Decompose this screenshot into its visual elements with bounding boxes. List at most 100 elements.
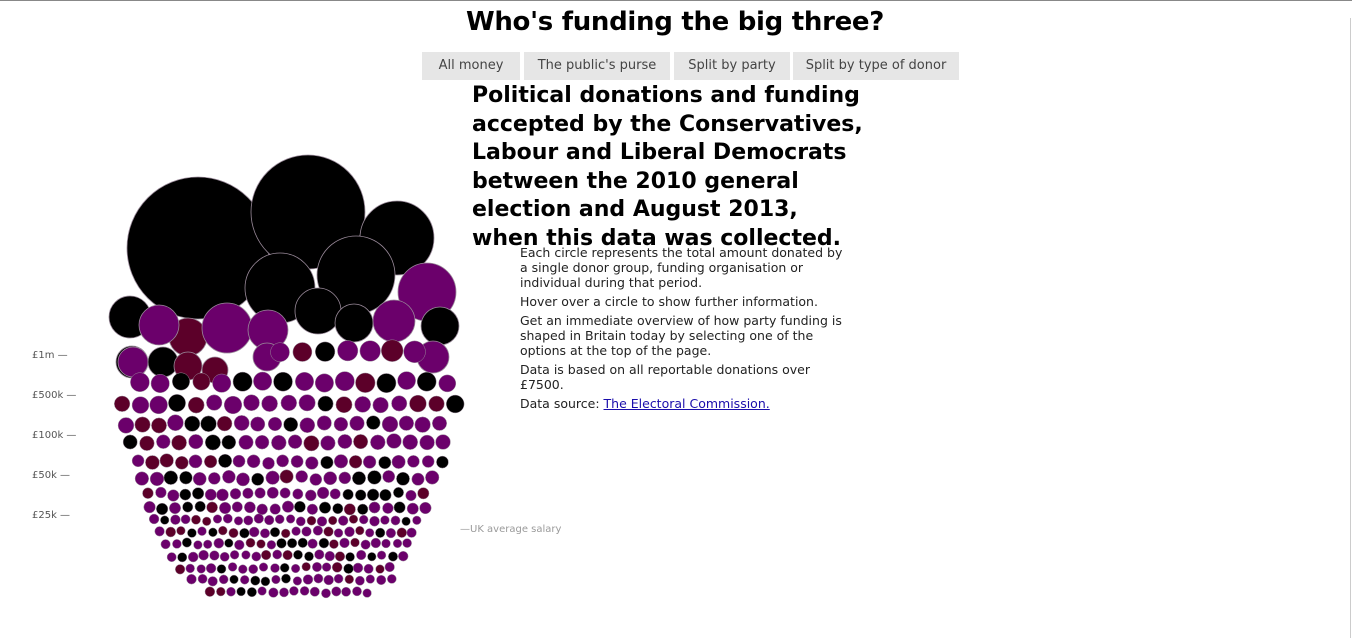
donor-bubble[interactable]: [355, 575, 365, 586]
donor-bubble[interactable]: [251, 551, 262, 562]
donor-bubble[interactable]: [382, 470, 396, 483]
donor-bubble[interactable]: [329, 488, 341, 500]
donor-bubble[interactable]: [236, 586, 246, 597]
donor-bubble[interactable]: [388, 551, 398, 562]
donor-bubble[interactable]: [114, 395, 131, 412]
donor-bubble[interactable]: [337, 340, 359, 362]
donor-bubble[interactable]: [257, 586, 267, 596]
donor-bubble[interactable]: [198, 549, 209, 561]
donor-bubble[interactable]: [393, 487, 404, 498]
donor-bubble[interactable]: [299, 586, 310, 596]
donor-bubble[interactable]: [160, 539, 171, 550]
donor-bubble[interactable]: [250, 575, 261, 586]
donor-bubble[interactable]: [243, 515, 254, 526]
donor-bubble[interactable]: [260, 576, 271, 587]
donor-bubble[interactable]: [256, 503, 268, 515]
donor-bubble-large[interactable]: [138, 304, 180, 346]
donor-bubble[interactable]: [331, 586, 342, 597]
donor-bubble[interactable]: [292, 342, 313, 362]
donor-bubble[interactable]: [321, 562, 332, 572]
donor-bubble[interactable]: [338, 515, 349, 526]
donor-bubble[interactable]: [352, 586, 362, 597]
donor-bubble[interactable]: [366, 415, 381, 430]
donor-bubble[interactable]: [386, 433, 402, 449]
donor-bubble[interactable]: [207, 576, 218, 587]
donor-bubble[interactable]: [166, 552, 177, 562]
donor-bubble[interactable]: [216, 488, 229, 502]
donor-bubble[interactable]: [293, 549, 303, 560]
donor-bubble[interactable]: [333, 573, 344, 584]
donor-bubble[interactable]: [344, 574, 354, 584]
donor-bubble[interactable]: [179, 488, 192, 501]
donor-bubble[interactable]: [409, 394, 427, 413]
donor-bubble[interactable]: [192, 472, 207, 486]
donor-bubble[interactable]: [295, 470, 308, 483]
donor-bubble[interactable]: [348, 514, 359, 524]
donor-bubble[interactable]: [287, 538, 298, 549]
donor-bubble-large[interactable]: [372, 299, 416, 343]
donor-bubble[interactable]: [407, 455, 420, 468]
donor-bubble[interactable]: [435, 434, 451, 450]
donor-bubble[interactable]: [231, 501, 243, 513]
donor-bubble[interactable]: [271, 574, 281, 585]
donor-bubble[interactable]: [276, 538, 287, 549]
donor-bubble[interactable]: [329, 539, 339, 549]
donor-bubble[interactable]: [264, 515, 275, 526]
donor-bubble[interactable]: [281, 573, 291, 584]
donor-bubble[interactable]: [232, 371, 253, 392]
donor-bubble[interactable]: [348, 455, 363, 469]
donor-bubble[interactable]: [245, 537, 256, 548]
donor-bubble[interactable]: [186, 574, 197, 585]
donor-bubble[interactable]: [401, 516, 411, 526]
donor-bubble[interactable]: [287, 434, 303, 449]
donor-bubble[interactable]: [318, 501, 332, 514]
donor-bubble[interactable]: [377, 550, 387, 560]
donor-bubble[interactable]: [266, 486, 279, 499]
donor-bubble[interactable]: [229, 488, 242, 500]
donor-bubble[interactable]: [171, 434, 187, 451]
donor-bubble[interactable]: [246, 454, 261, 469]
donor-bubble[interactable]: [368, 501, 381, 514]
donor-bubble[interactable]: [290, 455, 304, 468]
donor-bubble[interactable]: [253, 371, 273, 391]
donor-bubble[interactable]: [253, 513, 264, 524]
donor-bubble[interactable]: [291, 563, 301, 574]
donor-bubble[interactable]: [282, 550, 293, 561]
donor-bubble[interactable]: [279, 469, 294, 484]
donor-bubble[interactable]: [350, 537, 360, 548]
donor-bubble[interactable]: [167, 414, 184, 431]
donor-bubble[interactable]: [208, 472, 221, 485]
donor-bubble[interactable]: [384, 561, 395, 573]
donor-bubble[interactable]: [143, 501, 156, 514]
donor-bubble[interactable]: [167, 489, 180, 502]
donor-bubble[interactable]: [393, 501, 406, 514]
donor-bubble[interactable]: [286, 514, 296, 524]
donor-bubble[interactable]: [270, 563, 280, 573]
donor-bubble[interactable]: [299, 417, 316, 433]
donor-bubble[interactable]: [219, 501, 232, 515]
donor-bubble[interactable]: [134, 416, 151, 433]
donor-bubble[interactable]: [269, 503, 281, 515]
donor-bubble[interactable]: [334, 371, 355, 392]
donor-bubble[interactable]: [379, 489, 392, 502]
donor-bubble[interactable]: [323, 526, 334, 537]
donor-bubble[interactable]: [193, 540, 203, 550]
donor-bubble[interactable]: [240, 575, 250, 585]
donor-bubble[interactable]: [213, 537, 225, 549]
donor-bubble[interactable]: [313, 573, 324, 584]
donor-bubble[interactable]: [324, 550, 335, 562]
donor-bubble[interactable]: [376, 373, 397, 393]
donor-bubble[interactable]: [222, 470, 236, 484]
donor-bubble[interactable]: [206, 501, 218, 514]
donor-bubble[interactable]: [168, 394, 186, 412]
donor-bubble[interactable]: [339, 537, 350, 549]
donor-bubble[interactable]: [353, 434, 369, 450]
donor-bubble[interactable]: [175, 564, 186, 575]
donor-bubble[interactable]: [131, 396, 150, 414]
donor-bubble[interactable]: [283, 417, 299, 432]
donor-bubble[interactable]: [149, 471, 165, 487]
donor-bubble[interactable]: [391, 395, 408, 412]
donor-bubble[interactable]: [333, 417, 349, 432]
donor-bubble[interactable]: [176, 526, 186, 536]
donor-bubble[interactable]: [412, 515, 422, 525]
